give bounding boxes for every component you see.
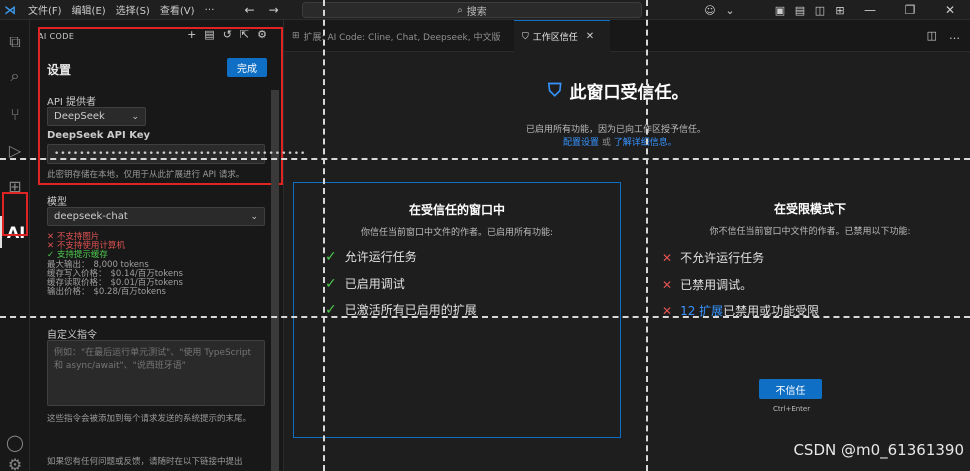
run-debug-icon[interactable]: ▷ (0, 134, 30, 166)
source-control-icon[interactable]: ⑂ (0, 98, 30, 130)
mcp-server-icon[interactable]: ▤ (204, 28, 214, 41)
custom-instructions-label: 自定义指令 (47, 330, 97, 341)
close-window-icon[interactable]: ✕ (930, 3, 970, 17)
restore-icon[interactable]: ❐ (890, 3, 930, 17)
model-select[interactable]: deepseek-chat ⌄ (47, 207, 265, 226)
api-key-input[interactable]: •••••••••••••••••••••••••••••••••••••••• (47, 144, 305, 164)
menu-more[interactable]: … (205, 2, 215, 17)
tab-workspace-trust[interactable]: ⛉ 工作区信任 ✕ (514, 20, 610, 52)
trust-subtitle: 已启用所有功能，因为已向工作区授予信任。 (526, 125, 707, 135)
learn-more-link[interactable]: 了解详细信息。 (614, 138, 677, 148)
restricted-item-extensions: ✕ 12 扩展已禁用或功能受限 (662, 303, 820, 319)
trusted-item-debug: ✓ 已启用调试 (325, 275, 405, 292)
links-or: 或 (601, 138, 611, 148)
model-capabilities: ✕ 不支持图片 ✕ 不支持使用计算机 ✓ 支持提示缓存 最大输出： 8,000 t… (47, 232, 183, 298)
restricted-item-tasks: ✕ 不允许运行任务 (662, 250, 765, 266)
check-icon: ✓ (325, 275, 337, 292)
model-label: 模型 (47, 197, 67, 208)
shield-icon: ⛉ (522, 31, 529, 42)
forward-arrow-icon[interactable]: → (269, 3, 279, 17)
title-bar-controls: ☺ ⌄ ▣ ▤ ◫ ⊞ — ❐ ✕ (700, 0, 970, 20)
search-activity-icon[interactable]: ⌕ (0, 60, 30, 92)
nav-arrows: ← → (245, 3, 279, 17)
restricted-desc: 你不信任当前窗口中文件的作者。已禁用以下功能: (709, 227, 911, 237)
menu-file[interactable]: 文件(F) (28, 2, 62, 17)
more-actions-icon[interactable]: … (949, 29, 960, 42)
menu-bar: 文件(F) 编辑(E) 选择(S) 查看(V) … (28, 2, 215, 17)
api-provider-value: DeepSeek (54, 111, 105, 122)
customize-layout-icon[interactable]: ⊞ (830, 4, 850, 17)
check-icon: ✓ (325, 248, 337, 265)
open-external-icon[interactable]: ⇱ (240, 28, 249, 41)
editor-tabs: ⊞ 扩展: AI Code: Cline, Chat, Deepseek, 中文… (284, 20, 970, 52)
toggle-sidebar-icon[interactable]: ▣ (770, 4, 790, 17)
search-icon: ⌕ (457, 4, 463, 16)
cross-icon: ✕ (662, 303, 673, 318)
history-icon[interactable]: ↺ (223, 28, 232, 41)
trusted-desc: 你信任当前窗口中文件的作者。已启用所有功能: (360, 228, 554, 238)
shield-icon: ⛉ (548, 80, 562, 101)
menu-view[interactable]: 查看(V) (160, 2, 195, 17)
done-button[interactable]: 完成 (227, 58, 267, 77)
cross-icon: ✕ (662, 277, 673, 292)
minimize-icon[interactable]: — (850, 3, 890, 17)
watermark: CSDN @m0_61361390 (793, 441, 964, 459)
toggle-panel-icon[interactable]: ▤ (790, 4, 810, 17)
split-editor-icon[interactable]: ◫ (927, 29, 937, 42)
trusted-title: 在受信任的窗口中 (408, 203, 505, 217)
keyboard-hint: Ctrl+Enter (773, 405, 811, 413)
chevron-down-icon: ⌄ (131, 111, 139, 122)
configure-settings-link[interactable]: 配置设置 (563, 138, 599, 148)
close-tab-icon[interactable]: ✕ (586, 31, 594, 42)
api-provider-select[interactable]: DeepSeek ⌄ (47, 107, 146, 126)
restricted-item-debug: ✕ 已禁用调试。 (662, 277, 753, 293)
title-bar: ⋊ 文件(F) 编辑(E) 选择(S) 查看(V) … ← → ⌕ 搜索 ☺ ⌄… (0, 0, 970, 20)
settings-title: 设置 (47, 63, 72, 77)
copilot-chevron-icon[interactable]: ⌄ (720, 4, 740, 17)
custom-instructions-note: 这些指令会被添加到每个请求发送的系统提示的末尾。 (47, 414, 252, 424)
trust-title: 此窗口受信任。 (569, 83, 689, 103)
trusted-item-extensions: ✓ 已激活所有已启用的扩展 (325, 301, 477, 318)
trust-links: 配置设置 或 了解详细信息。 (563, 135, 677, 148)
add-icon[interactable]: + (187, 28, 196, 41)
search-placeholder: 搜索 (466, 6, 487, 18)
trusted-item-tasks: ✓ 允许运行任务 (325, 248, 417, 265)
dont-trust-button[interactable]: 不信任 (759, 379, 822, 399)
side-panel-scrollbar[interactable] (271, 90, 279, 471)
extensions-count-link[interactable]: 12 扩展 (680, 304, 723, 318)
api-key-note: 此密钥存储在本地，仅用于从此扩展进行 API 请求。 (47, 170, 245, 180)
command-search[interactable]: ⌕ 搜索 (302, 2, 642, 18)
cross-icon: ✕ (662, 250, 673, 265)
settings-gear-icon[interactable]: ⚙ (257, 28, 267, 41)
tab-label: 扩展: AI Code: Cline, Chat, Deepseek, 中文版 (303, 32, 501, 43)
back-arrow-icon[interactable]: ← (245, 3, 255, 17)
toggle-secondary-sidebar-icon[interactable]: ◫ (810, 4, 830, 17)
extensions-icon: ⊞ (292, 31, 300, 41)
feedback-note: 如果您有任何问题或反馈，请随时在以下链接中提出 (47, 457, 243, 467)
side-panel-toolbar: + ▤ ↺ ⇱ ⚙ (187, 28, 267, 41)
copilot-icon[interactable]: ☺ (700, 4, 720, 17)
manage-gear-icon[interactable]: ⚙ (0, 448, 30, 471)
editor-actions: ◫ … (927, 29, 960, 42)
check-icon: ✓ (325, 301, 337, 318)
menu-edit[interactable]: 编辑(E) (72, 2, 106, 17)
custom-instructions-input[interactable] (47, 340, 265, 406)
tab-label: 工作区信任 (532, 33, 578, 43)
vscode-logo-icon: ⋊ (4, 2, 16, 17)
activity-bar: ⧉ ⌕ ⑂ ▷ ⊞ AI ◯ ⚙ (0, 20, 30, 471)
explorer-icon[interactable]: ⧉ (0, 26, 30, 58)
model-value: deepseek-chat (54, 211, 128, 222)
trust-heading: ⛉ 此窗口受信任。 (548, 78, 689, 103)
menu-selection[interactable]: 选择(S) (116, 2, 150, 17)
chevron-down-icon: ⌄ (250, 211, 258, 222)
activity-highlight-box (2, 192, 28, 236)
restricted-title: 在受限模式下 (773, 202, 846, 216)
api-provider-label: API 提供者 (47, 97, 96, 108)
output-price-row: 输出价格： $0.28/百万tokens (47, 287, 166, 298)
api-key-label: DeepSeek API Key (47, 130, 151, 141)
tab-extension-ai-code[interactable]: ⊞ 扩展: AI Code: Cline, Chat, Deepseek, 中文… (284, 20, 514, 52)
